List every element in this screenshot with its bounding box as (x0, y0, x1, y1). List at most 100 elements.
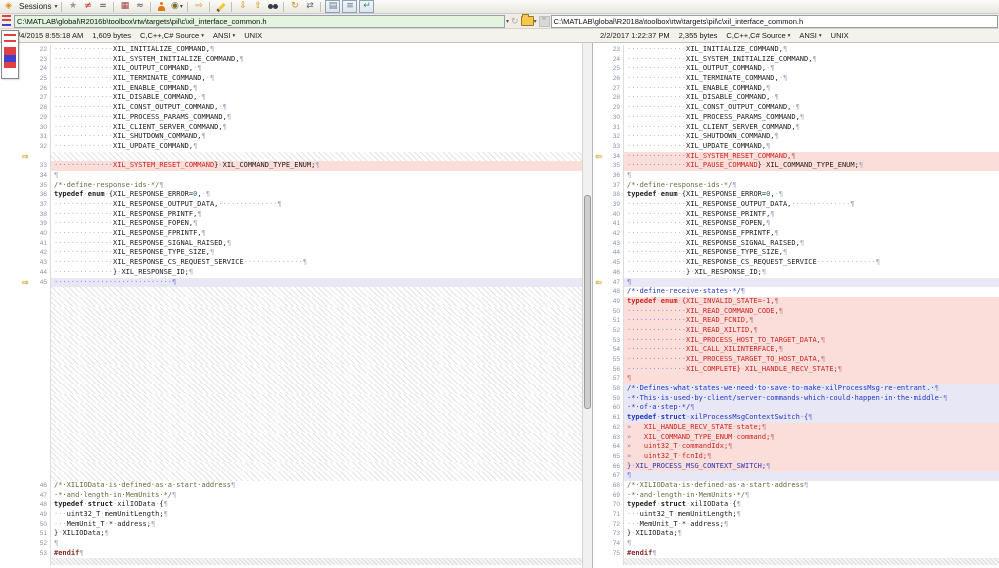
alignment-gap-row[interactable] (20, 432, 582, 443)
sessions-menu-button[interactable]: Sessions ▾ (17, 1, 57, 12)
code-line[interactable]: 39 ··············XIL_RESPONSE_OUTPUT_DATA… (593, 200, 999, 210)
code-line[interactable]: ⇦ 34 ··············XIL_SYSTEM_RESET_COMMAN… (593, 151, 999, 162)
code-line[interactable]: 63» XIL_COMMAND_TYPE_ENUM·command;¶ (593, 432, 999, 443)
code-line[interactable]: ⇨ 45 ····························¶ (20, 277, 582, 288)
code-line[interactable]: 26 ··············XIL_ENABLE_COMMAND,¶ (20, 83, 582, 94)
code-text[interactable]: ··············XIL_RESPONSE_CS_REQUEST_SE… (623, 258, 999, 268)
code-text[interactable]: ··············XIL_SYSTEM_RESET_COMMAND,¶ (623, 151, 999, 162)
code-text[interactable] (623, 558, 999, 566)
alignment-gap-row[interactable] (20, 471, 582, 481)
code-text[interactable]: #endif¶ (623, 548, 999, 559)
code-text[interactable] (50, 287, 582, 297)
copy-to-right-button[interactable]: ⇨ (192, 1, 205, 12)
code-text[interactable]: ··············XIL_TERMINATE_COMMAND,·¶ (623, 74, 999, 84)
code-text[interactable]: typedef·enum·{XIL_RESPONSE_ERROR=0,·¶ (623, 190, 999, 200)
code-text[interactable]: ··············XIL_READ_FCNID,¶ (623, 316, 999, 326)
code-line[interactable]: 44 ··············}·XIL_RESPONSE_ID;¶ (20, 267, 582, 278)
edit-button[interactable] (214, 1, 227, 12)
swap-sides-button[interactable]: ↻ (288, 1, 301, 12)
view-toggle-lines[interactable]: ≡ (342, 0, 358, 13)
code-line[interactable]: 30 ··············XIL_PROCESS_PARAMS_COMMA… (593, 112, 999, 123)
code-line[interactable]: 29 ··············XIL_PROCESS_PARAMS_COMMA… (20, 112, 582, 123)
code-line[interactable]: 52 ¶ (20, 539, 582, 549)
undo-icon[interactable]: ↻ (511, 15, 519, 27)
code-text[interactable]: ¶ (50, 539, 582, 549)
code-line[interactable]: 48 typedef·struct·xilIOData·{¶ (20, 500, 582, 510)
code-line[interactable]: 49 typedef·enum·{XIL_INVALID_STATE=-1,¶ (593, 296, 999, 307)
code-text[interactable]: ··············XIL_RESPONSE_FPRINTF,¶ (623, 229, 999, 239)
code-text[interactable]: ··············}·XIL_RESPONSE_ID;¶ (623, 267, 999, 278)
alignment-gap-row[interactable] (20, 335, 582, 346)
code-text[interactable]: ··············XIL_RESPONSE_FPRINTF,¶ (50, 229, 582, 239)
code-line[interactable]: 48/*·define·receive·states·*/¶ (593, 287, 999, 297)
code-line[interactable]: 75 #endif¶ (593, 548, 999, 559)
code-text[interactable]: ···MemUnit_T·*·address;¶ (50, 519, 582, 530)
code-line[interactable]: 22 ··············XIL_INITIALIZE_COMMAND,¶ (20, 45, 582, 55)
code-text[interactable]: #endif¶ (50, 548, 582, 559)
code-text[interactable] (50, 403, 582, 414)
code-text[interactable]: ··············XIL_CALL_XILINTERFACE,¶ (623, 345, 999, 355)
code-text[interactable]: ··············XIL_RESPONSE_FOPEN,¶ (50, 219, 582, 230)
code-text[interactable]: /*·XILIOData·is·defined·as·a·start·addre… (50, 480, 582, 491)
left-code-view[interactable]: 22 ··············XIL_INITIALIZE_COMMAND,¶… (20, 43, 582, 568)
alignment-gap-row[interactable] (20, 422, 582, 433)
code-text[interactable]: ··············XIL_READ_COMMAND_CODE,¶ (623, 306, 999, 317)
code-text[interactable] (50, 374, 582, 385)
code-text[interactable] (50, 413, 582, 423)
code-line[interactable]: 38 typedef·enum·{XIL_RESPONSE_ERROR=0,·¶ (593, 190, 999, 200)
left-format-dropdown[interactable]: C,C++,C# Source ▾ (140, 31, 204, 40)
code-text[interactable]: typedef·enum·{XIL_RESPONSE_ERROR=0,·¶ (50, 190, 582, 200)
code-text[interactable]: ··············XIL_PROCESS_TARGET_TO_HOST… (623, 355, 999, 365)
code-text[interactable]: ··············XIL_SYSTEM_RESET_COMMAND}·… (50, 161, 582, 171)
code-text[interactable]: ··············XIL_TERMINATE_COMMAND,·¶ (50, 74, 582, 84)
alignment-gap-row[interactable] (20, 287, 582, 297)
code-line[interactable]: 31 ··············XIL_CLIENT_SERVER_COMMAN… (593, 122, 999, 133)
code-line[interactable]: 52 ··············XIL_READ_XILTID,¶ (593, 325, 999, 336)
code-text[interactable]: » XIL_HANDLE_RECV_STATE·state;¶ (623, 422, 999, 433)
code-line[interactable]: 36 typedef·enum·{XIL_RESPONSE_ERROR=0,·¶ (20, 190, 582, 200)
code-text[interactable]: ··············XIL_RESPONSE_TYPE_SIZE,¶ (623, 248, 999, 259)
code-line[interactable]: 60 ·*·of·a·step·*/¶ (593, 403, 999, 414)
code-line[interactable]: 31 ··············XIL_SHUTDOWN_COMMAND,¶ (20, 132, 582, 142)
code-text[interactable]: ··············XIL_RESPONSE_TYPE_SIZE,¶ (50, 248, 582, 259)
code-line[interactable]: 41 ··············XIL_RESPONSE_SIGNAL_RAIS… (20, 238, 582, 249)
show-differences-button[interactable]: ≠ (81, 1, 94, 12)
minor-differences-toggle[interactable]: ▦ (118, 1, 131, 12)
alignment-gap-row[interactable] (20, 403, 582, 414)
code-text[interactable] (50, 355, 582, 365)
end-of-file-row[interactable] (593, 558, 999, 568)
code-text[interactable]: ··············XIL_PAUSE_COMMAND}·XIL_COM… (623, 161, 999, 171)
code-text[interactable]: ··············XIL_RESPONSE_CS_REQUEST_SE… (50, 258, 582, 268)
code-line[interactable]: 51 ··············XIL_READ_FCNID,¶ (593, 316, 999, 326)
code-text[interactable]: ··············XIL_CLIENT_SERVER_COMMAND,… (623, 122, 999, 133)
find-button[interactable] (266, 1, 279, 12)
alignment-gap-row[interactable] (20, 316, 582, 326)
left-path-dropdown-button[interactable]: ▾ (506, 15, 509, 27)
alignment-gap-row[interactable] (20, 374, 582, 385)
code-line[interactable]: 45 ··············XIL_RESPONSE_CS_REQUEST_… (593, 258, 999, 268)
rules-based-toggle[interactable]: ≈ (133, 1, 146, 12)
code-line[interactable]: 25 ··············XIL_TERMINATE_COMMAND,·¶ (20, 74, 582, 84)
code-text[interactable]: ··············XIL_RESPONSE_SIGNAL_RAISED… (623, 238, 999, 249)
code-text[interactable] (50, 316, 582, 326)
code-text[interactable]: ··············XIL_INITIALIZE_COMMAND,¶ (50, 45, 582, 55)
code-text[interactable]: ¶ (623, 277, 999, 288)
code-line[interactable]: 43 ··············XIL_RESPONSE_SIGNAL_RAIS… (593, 238, 999, 249)
code-text[interactable]: ··············XIL_RESPONSE_OUTPUT_DATA,·… (50, 200, 582, 210)
code-text[interactable]: ¶ (623, 539, 999, 549)
code-line[interactable]: 46/*·XILIOData·is·defined·as·a·start·add… (20, 480, 582, 491)
code-text[interactable]: ··············XIL_RESPONSE_SIGNAL_RAISED… (50, 238, 582, 249)
show-same-button[interactable]: = (96, 1, 109, 12)
alignment-gap-row[interactable] (20, 306, 582, 317)
code-line[interactable]: 73}·XILIOData;¶ (593, 529, 999, 540)
scrollbar-thumb[interactable] (584, 195, 591, 409)
alignment-gap-row[interactable] (20, 355, 582, 365)
right-format-dropdown[interactable]: C,C++,C# Source ▾ (726, 31, 790, 40)
code-line[interactable]: 58/*·Defines·what·states·we·need·to·save… (593, 384, 999, 394)
alignment-gap-row[interactable] (20, 461, 582, 472)
code-line[interactable]: 74 ¶ (593, 539, 999, 549)
code-text[interactable]: ··············XIL_SHUTDOWN_COMMAND,¶ (50, 132, 582, 142)
code-text[interactable]: /*·define·receive·states·*/¶ (623, 287, 999, 297)
code-line[interactable]: 30 ··············XIL_CLIENT_SERVER_COMMAN… (20, 122, 582, 133)
code-text[interactable]: ··············XIL_SHUTDOWN_COMMAND,¶ (623, 132, 999, 142)
